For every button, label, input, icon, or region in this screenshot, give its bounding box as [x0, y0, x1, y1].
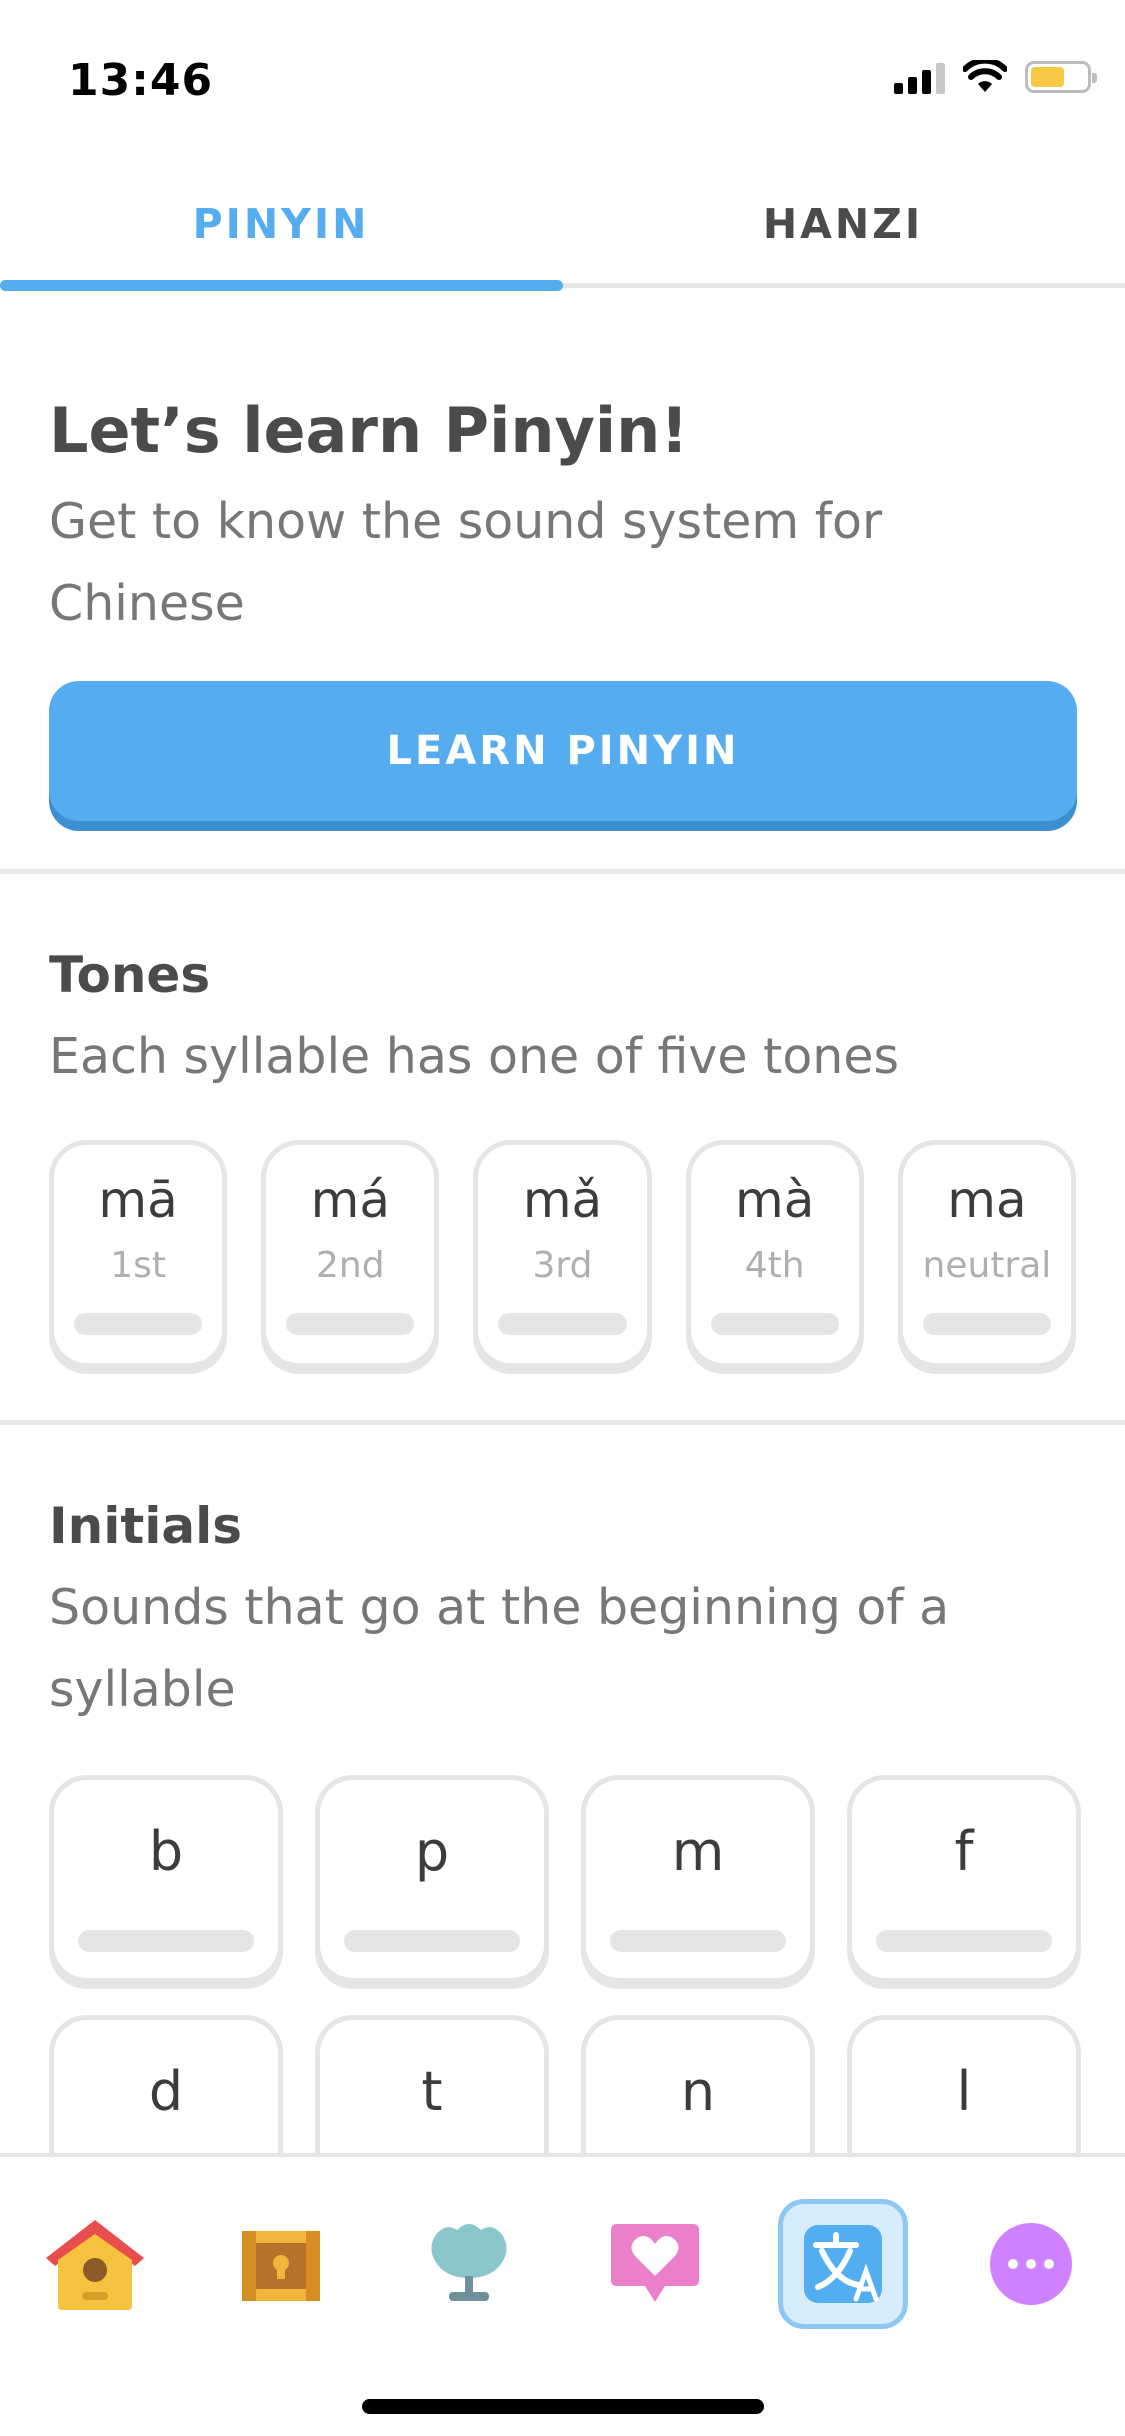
- initial-card[interactable]: m: [581, 1775, 815, 1983]
- tone-progress-bar: [710, 1313, 839, 1335]
- nav-more[interactable]: [966, 2199, 1096, 2329]
- initial-card[interactable]: l: [847, 2015, 1081, 2153]
- friends-heart-icon: [611, 2224, 699, 2302]
- initial-character: t: [421, 2060, 443, 2123]
- tone-card[interactable]: mà 4th: [685, 1140, 864, 1368]
- initial-card[interactable]: b: [49, 1775, 283, 1983]
- tone-card[interactable]: mǎ 3rd: [473, 1140, 652, 1368]
- tone-progress-bar: [498, 1313, 627, 1335]
- tone-character: mǎ: [522, 1171, 603, 1229]
- tone-character: mā: [98, 1171, 178, 1229]
- tone-character: mà: [735, 1171, 815, 1229]
- more-icon: [990, 2223, 1072, 2305]
- tone-card[interactable]: ma neutral: [897, 1140, 1077, 1368]
- initials-title: Initials: [49, 1497, 243, 1555]
- intro-title: Let’s learn Pinyin!: [49, 394, 689, 467]
- tone-progress-bar: [922, 1313, 1052, 1335]
- tone-label: 2nd: [316, 1245, 385, 1286]
- initials-subtitle-line2: syllable: [49, 1661, 236, 1718]
- initial-card[interactable]: d: [49, 2015, 283, 2153]
- status-time: 13:46: [68, 55, 214, 106]
- initials-grid: b p m f d t n l: [49, 1775, 1081, 2153]
- tones-title: Tones: [49, 946, 211, 1004]
- tone-label: neutral: [922, 1245, 1052, 1286]
- intro-subtitle-line1: Get to know the sound system for: [49, 493, 883, 550]
- characters-translate-icon: [804, 2225, 882, 2303]
- intro-section: Let’s learn Pinyin! Get to know the soun…: [0, 300, 1125, 821]
- nav-characters[interactable]: [778, 2199, 908, 2329]
- initial-character: n: [680, 2060, 716, 2123]
- initial-character: m: [671, 1820, 725, 1883]
- wifi-icon: [963, 60, 1007, 92]
- initial-character: b: [148, 1820, 184, 1883]
- tone-label: 1st: [110, 1245, 166, 1286]
- tab-pinyin[interactable]: PINYIN: [0, 200, 562, 248]
- tone-progress-bar: [286, 1313, 415, 1335]
- initial-character: f: [954, 1820, 974, 1883]
- leaderboard-trophy-icon: [431, 2224, 507, 2301]
- tone-label: 3rd: [532, 1245, 593, 1286]
- learn-pinyin-button[interactable]: LEARN PINYIN: [49, 681, 1077, 821]
- tone-character: má: [310, 1171, 390, 1229]
- initial-progress-bar: [344, 1930, 520, 1952]
- tone-label: 4th: [744, 1245, 805, 1286]
- initial-progress-bar: [610, 1930, 786, 1952]
- tone-character: ma: [947, 1171, 1027, 1229]
- status-bar: 13:46: [0, 0, 1125, 150]
- tones-section: Tones Each syllable has one of five tone…: [0, 874, 1125, 1368]
- initial-card[interactable]: t: [315, 2015, 549, 2153]
- nav-friends[interactable]: [590, 2199, 720, 2329]
- home-indicator: [362, 2399, 764, 2414]
- initial-character: d: [148, 2060, 184, 2123]
- status-icons: [894, 60, 1097, 94]
- initial-progress-bar: [876, 1930, 1052, 1952]
- screen: 13:46 PINYIN HANZI Let’s learn Pinyin! G…: [0, 0, 1125, 2436]
- tones-subtitle: Each syllable has one of five tones: [49, 1028, 900, 1085]
- cellular-signal-icon: [894, 60, 945, 94]
- intro-subtitle-line2: Chinese: [49, 575, 245, 632]
- initial-character: l: [956, 2060, 972, 2123]
- battery-icon: [1025, 61, 1097, 93]
- initial-card[interactable]: n: [581, 2015, 815, 2153]
- nav-leaderboard[interactable]: [404, 2199, 534, 2329]
- tab-bar: PINYIN HANZI: [0, 170, 1125, 295]
- bottom-nav: [0, 2153, 1125, 2436]
- initial-progress-bar: [78, 1930, 254, 1952]
- tab-active-indicator: [0, 280, 563, 291]
- nav-home[interactable]: [30, 2199, 160, 2329]
- home-icon: [46, 2220, 144, 2310]
- tone-card[interactable]: má 2nd: [261, 1140, 440, 1368]
- initial-character: p: [414, 1820, 450, 1883]
- initial-card[interactable]: f: [847, 1775, 1081, 1983]
- treasure-chest-icon: [242, 2231, 320, 2301]
- tone-progress-bar: [74, 1313, 203, 1335]
- tab-hanzi[interactable]: HANZI: [562, 200, 1124, 248]
- nav-treasure[interactable]: [216, 2199, 346, 2329]
- tone-card[interactable]: mā 1st: [49, 1140, 228, 1368]
- initial-card[interactable]: p: [315, 1775, 549, 1983]
- initials-section: Initials Sounds that go at the beginning…: [0, 1425, 1125, 2153]
- tones-row: mā 1st má 2nd mǎ 3rd mà 4th ma neutral: [49, 1140, 1077, 1368]
- initials-subtitle-line1: Sounds that go at the beginning of a: [49, 1579, 950, 1636]
- scroll-content[interactable]: Let’s learn Pinyin! Get to know the soun…: [0, 300, 1125, 2153]
